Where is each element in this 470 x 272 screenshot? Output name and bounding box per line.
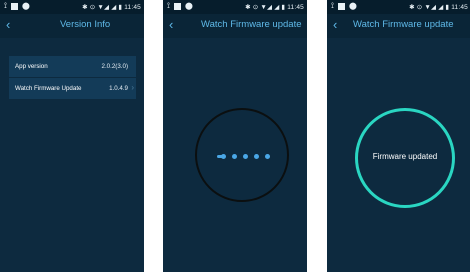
title-bar: ‹ Watch Firmware update xyxy=(327,14,470,38)
location-icon: ⬤ xyxy=(184,2,193,10)
firmware-updated-screen: ⟟ ⬤ ✱ ⊙ ▼◢ ◢ ▮ 11:45 ‹ Watch Firmware up… xyxy=(327,0,470,272)
title-bar: ‹ Version Info xyxy=(0,14,144,38)
status-bar: ⟟ ⬤ ✱ ⊙ ▼◢ ◢ ▮ 11:45 xyxy=(327,0,470,14)
status-icons: ✱ ⊙ ▼◢ ◢ ▮ xyxy=(245,4,286,11)
status-bar: ⟟ ⬤ ✱ ⊙ ▼◢ ◢ ▮ 11:45 xyxy=(163,0,307,14)
loading-dot xyxy=(221,154,226,159)
page-title: Watch Firmware update xyxy=(353,19,454,30)
notification-icon xyxy=(173,2,181,10)
row-label: App version xyxy=(15,63,48,70)
status-icons: ✱ ⊙ ▼◢ ◢ ▮ xyxy=(82,4,123,11)
firmware-updated-message: Firmware updated xyxy=(372,152,438,161)
title-bar: ‹ Watch Firmware update xyxy=(163,14,307,38)
firmware-updating-screen: ⟟ ⬤ ✱ ⊙ ▼◢ ◢ ▮ 11:45 ‹ Watch Firmware up… xyxy=(163,0,307,272)
status-time: 11:45 xyxy=(451,4,468,11)
location-icon: ⬤ xyxy=(21,2,30,10)
location-icon: ⬤ xyxy=(348,2,357,10)
status-time: 11:45 xyxy=(124,4,141,11)
status-bar: ⟟ ⬤ ✱ ⊙ ▼◢ ◢ ▮ 11:45 xyxy=(0,0,144,14)
notification-icon xyxy=(337,2,345,10)
back-icon[interactable]: ‹ xyxy=(6,18,10,32)
chevron-right-icon: › xyxy=(131,83,134,92)
row-value: 2.0.2(3.0) xyxy=(101,63,128,70)
app-version-row: App version 2.0.2(3.0) xyxy=(9,56,136,77)
loading-dot xyxy=(232,154,237,159)
watch-firmware-update-row[interactable]: Watch Firmware Update 1.0.4.9 › xyxy=(9,78,136,99)
loading-dot xyxy=(265,154,270,159)
notification-icon xyxy=(10,2,18,10)
usb-icon: ⟟ xyxy=(167,1,170,10)
loading-dot xyxy=(254,154,259,159)
page-title: Watch Firmware update xyxy=(201,19,302,30)
back-icon[interactable]: ‹ xyxy=(169,18,173,32)
row-label: Watch Firmware Update xyxy=(15,85,82,92)
usb-icon: ⟟ xyxy=(331,1,334,10)
loading-dots xyxy=(217,154,277,160)
row-value: 1.0.4.9 xyxy=(109,85,128,92)
back-icon[interactable]: ‹ xyxy=(333,18,337,32)
loading-dot xyxy=(243,154,248,159)
page-title: Version Info xyxy=(60,19,111,30)
version-info-screen: ⟟ ⬤ ✱ ⊙ ▼◢ ◢ ▮ 11:45 ‹ Version Info App … xyxy=(0,0,144,272)
usb-icon: ⟟ xyxy=(4,1,7,10)
status-time: 11:45 xyxy=(287,4,304,11)
status-icons: ✱ ⊙ ▼◢ ◢ ▮ xyxy=(409,4,450,11)
